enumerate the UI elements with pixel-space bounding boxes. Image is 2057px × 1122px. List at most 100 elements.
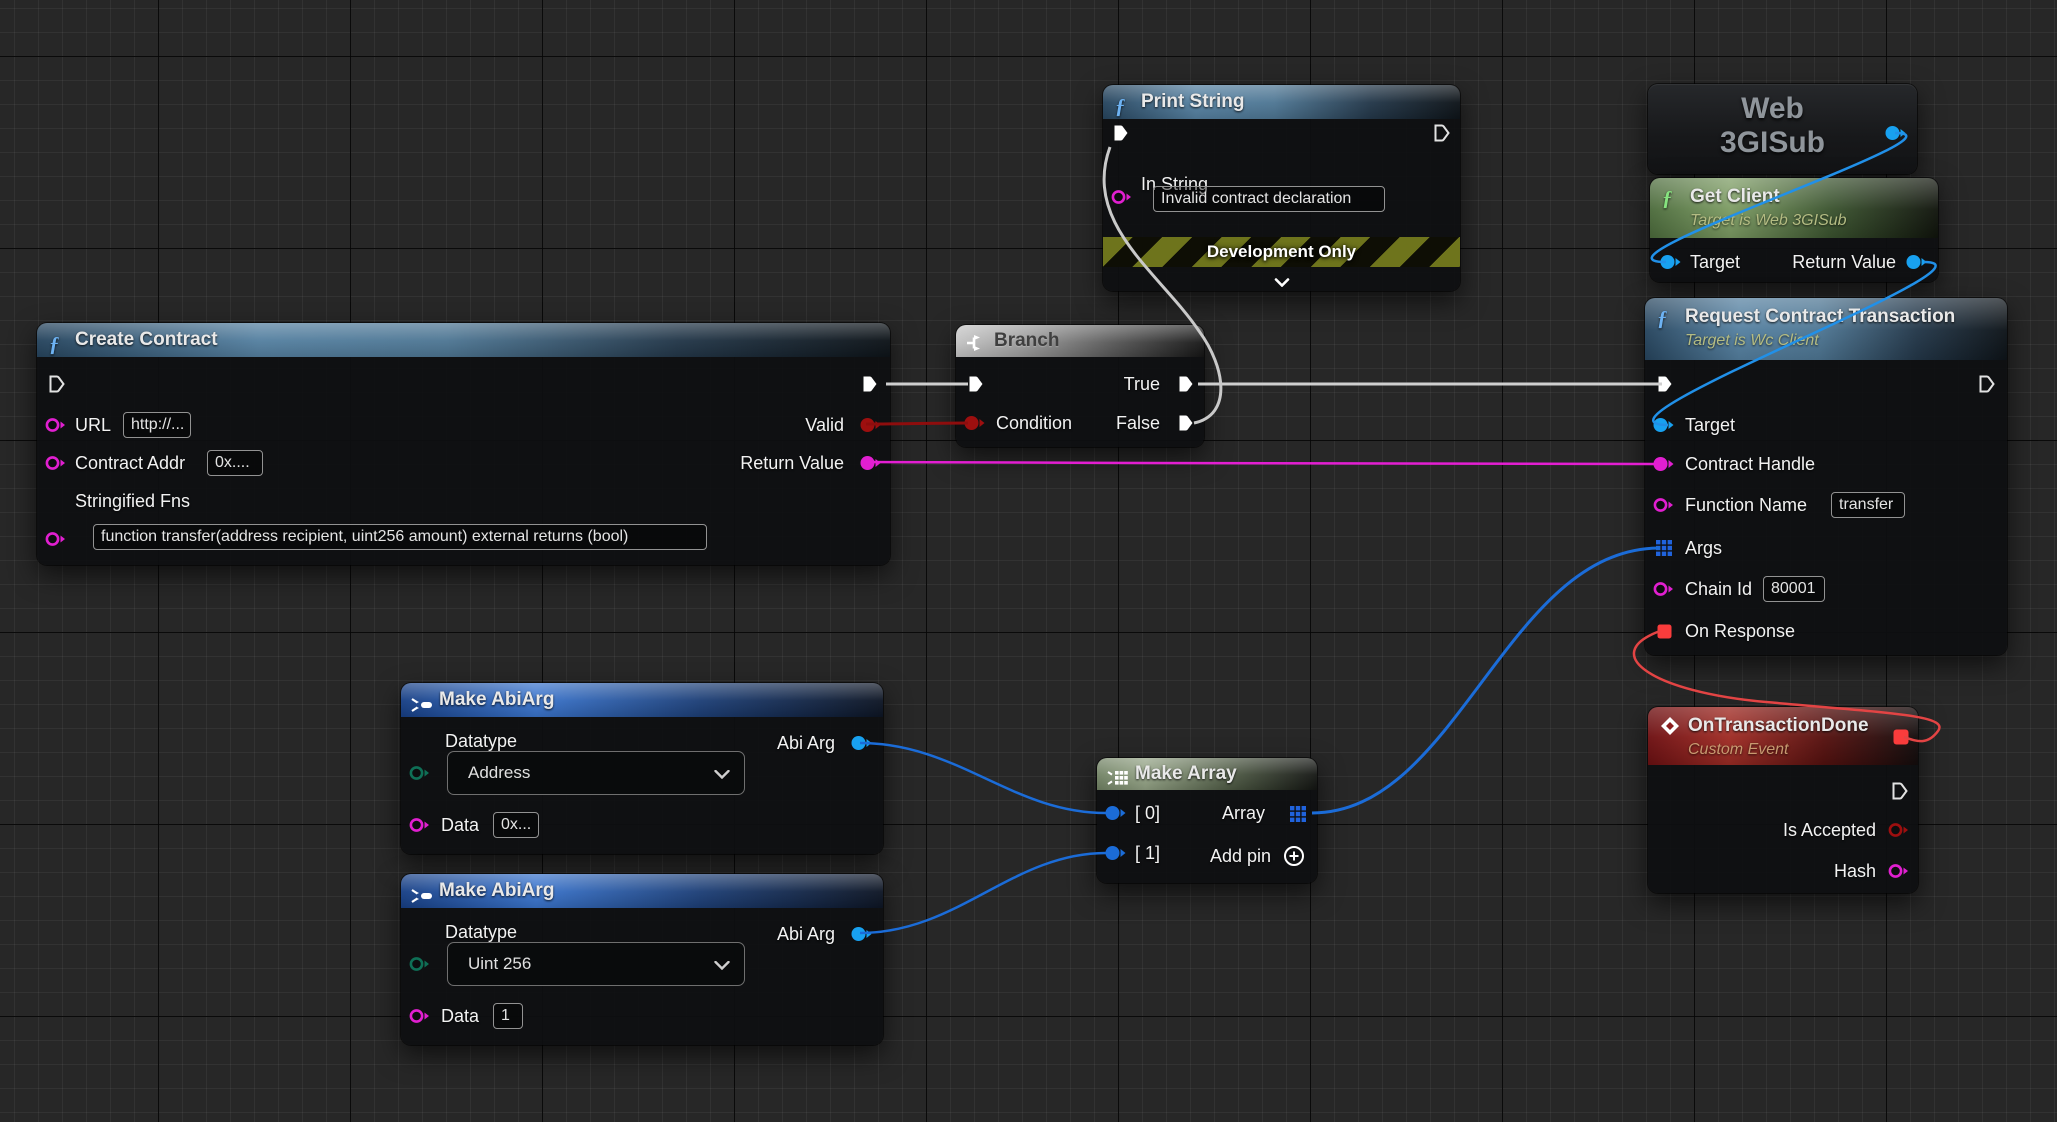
pin-label-valid: Valid — [805, 413, 844, 437]
pin-label-contract-handle: Contract Handle — [1685, 452, 1815, 476]
blueprint-canvas[interactable]: ƒ Print String In String Invalid contrac… — [0, 0, 2057, 1122]
function-icon: ƒ — [1115, 89, 1126, 119]
wire-object-abiarg2-makearray-1[interactable] — [860, 853, 1106, 933]
wire-array-makearray-rct-args[interactable] — [1312, 548, 1660, 813]
pin-label-datatype: Datatype — [445, 920, 517, 944]
node-header: ƒ Get Client Target is Web 3GISub — [1650, 178, 1938, 238]
pin-label-abi-arg: Abi Arg — [777, 922, 835, 946]
url-pin[interactable] — [45, 417, 67, 438]
branch-flow-icon — [966, 332, 986, 357]
pin-label-chain-id: Chain Id — [1685, 577, 1752, 601]
return-value-pin[interactable] — [860, 455, 882, 476]
pin-label-array: Array — [1222, 801, 1265, 825]
node-title: Branch — [994, 325, 1059, 357]
stringified-fns-value-field[interactable]: function transfer(address recipient, uin… — [93, 524, 707, 550]
chevron-down-icon — [714, 770, 730, 779]
exec-out-pin[interactable] — [862, 375, 878, 398]
target-pin[interactable] — [1660, 254, 1682, 275]
pin-label-datatype: Datatype — [445, 729, 517, 753]
datatype-enum-pin[interactable] — [409, 956, 431, 977]
node-header: ƒ Request Contract Transaction Target is… — [1645, 298, 2007, 360]
wire-object-abiarg1-makearray-0[interactable] — [860, 743, 1106, 813]
node-web3gisub-variable[interactable]: Web 3GISub — [1648, 84, 1917, 174]
data-pin[interactable] — [409, 817, 431, 838]
pin-label-on-response: On Response — [1685, 619, 1795, 643]
add-pin-label[interactable]: Add pin — [1210, 844, 1271, 868]
in-string-value-field[interactable]: Invalid contract declaration — [1153, 186, 1385, 212]
data-value-field[interactable]: 0x... — [493, 812, 539, 838]
abi-arg-pin[interactable] — [851, 735, 873, 756]
pin-label-return-value: Return Value — [1792, 250, 1896, 274]
pin-label-stringified-fns: Stringified Fns — [75, 489, 190, 513]
datatype-dropdown[interactable]: Uint 256 — [447, 942, 745, 986]
pin-label-data: Data — [441, 1004, 479, 1028]
pin-label-target: Target — [1690, 250, 1740, 274]
contract-addr-pin[interactable] — [45, 455, 67, 476]
return-value-pin[interactable] — [1906, 254, 1928, 275]
on-response-delegate-pin[interactable] — [1657, 624, 1672, 644]
pin-label-contract-addr: Contract Addr — [75, 451, 185, 475]
pin-label-true: True — [1124, 372, 1160, 396]
expand-advanced-chevron-icon[interactable] — [1274, 274, 1290, 292]
exec-in-pin[interactable] — [968, 375, 984, 398]
variable-name-line2: 3GISub — [1648, 126, 1897, 159]
element-0-pin[interactable] — [1105, 805, 1127, 826]
node-create-contract[interactable]: ƒ Create Contract URL http://... Contrac… — [37, 323, 890, 565]
web3gisub-output-pin[interactable] — [1885, 125, 1907, 146]
make-array-icon — [1107, 766, 1129, 790]
contract-addr-value-field[interactable]: 0x.... — [207, 450, 263, 476]
contract-handle-pin[interactable] — [1653, 456, 1675, 477]
pin-label-url: URL — [75, 413, 111, 437]
data-pin[interactable] — [409, 1008, 431, 1029]
add-pin-icon[interactable] — [1283, 845, 1305, 872]
make-struct-icon — [411, 883, 433, 908]
chain-id-value-field[interactable]: 80001 — [1763, 576, 1825, 602]
valid-pin[interactable] — [860, 417, 882, 438]
target-pin[interactable] — [1653, 417, 1675, 438]
exec-out-pin[interactable] — [1892, 782, 1908, 805]
datatype-enum-pin[interactable] — [409, 765, 431, 786]
stringified-fns-pin[interactable] — [45, 531, 67, 552]
node-header: Make AbiArg — [401, 874, 883, 908]
abi-arg-pin[interactable] — [851, 926, 873, 947]
exec-out-pin[interactable] — [1434, 124, 1450, 147]
exec-in-pin[interactable] — [49, 375, 65, 398]
is-accepted-pin[interactable] — [1888, 822, 1910, 843]
args-array-pin[interactable] — [1656, 540, 1672, 561]
chain-id-pin[interactable] — [1653, 581, 1675, 602]
node-branch[interactable]: Branch Condition True False — [956, 325, 1204, 447]
node-header: ƒ Create Contract — [37, 323, 890, 357]
node-title: Make AbiArg — [439, 874, 554, 908]
exec-in-pin[interactable] — [1113, 124, 1129, 147]
delegate-output-pin[interactable] — [1893, 729, 1909, 750]
datatype-dropdown[interactable]: Address — [447, 751, 745, 795]
pin-label-hash: Hash — [1834, 859, 1876, 883]
pin-label-abi-arg: Abi Arg — [777, 731, 835, 755]
url-value-field[interactable]: http://... — [123, 412, 191, 438]
element-1-pin[interactable] — [1105, 845, 1127, 866]
node-request-contract-transaction[interactable]: ƒ Request Contract Transaction Target is… — [1645, 298, 2007, 655]
condition-pin[interactable] — [964, 415, 986, 436]
data-value-field[interactable]: 1 — [493, 1003, 523, 1029]
true-exec-pin[interactable] — [1178, 375, 1194, 398]
node-title: Make Array — [1135, 758, 1237, 790]
node-on-transaction-done[interactable]: OnTransactionDone Custom Event Is Accept… — [1648, 707, 1918, 893]
hash-pin[interactable] — [1888, 863, 1910, 884]
in-string-pin[interactable] — [1111, 189, 1133, 210]
function-name-pin[interactable] — [1653, 497, 1675, 518]
pin-label-false: False — [1116, 411, 1160, 435]
node-print-string[interactable]: ƒ Print String In String Invalid contrac… — [1103, 85, 1460, 291]
function-name-value-field[interactable]: transfer — [1831, 492, 1905, 518]
pin-label-is-accepted: Is Accepted — [1783, 818, 1876, 842]
false-exec-pin[interactable] — [1178, 414, 1194, 437]
node-header: Branch — [956, 325, 1204, 357]
exec-in-pin[interactable] — [1657, 375, 1673, 398]
pin-label-condition: Condition — [996, 411, 1072, 435]
node-make-abiarg-1[interactable]: Make AbiArg Datatype Address Abi Arg Dat… — [401, 683, 883, 854]
node-make-abiarg-2[interactable]: Make AbiArg Datatype Uint 256 Abi Arg Da… — [401, 874, 883, 1045]
array-output-pin[interactable] — [1290, 806, 1306, 827]
exec-out-pin[interactable] — [1979, 375, 1995, 398]
node-get-client[interactable]: ƒ Get Client Target is Web 3GISub Target… — [1650, 178, 1938, 282]
wire-string-returnvalue-contracthandle[interactable] — [866, 462, 1656, 464]
node-make-array[interactable]: Make Array [ 0] [ 1] Array Add pin — [1097, 758, 1317, 883]
